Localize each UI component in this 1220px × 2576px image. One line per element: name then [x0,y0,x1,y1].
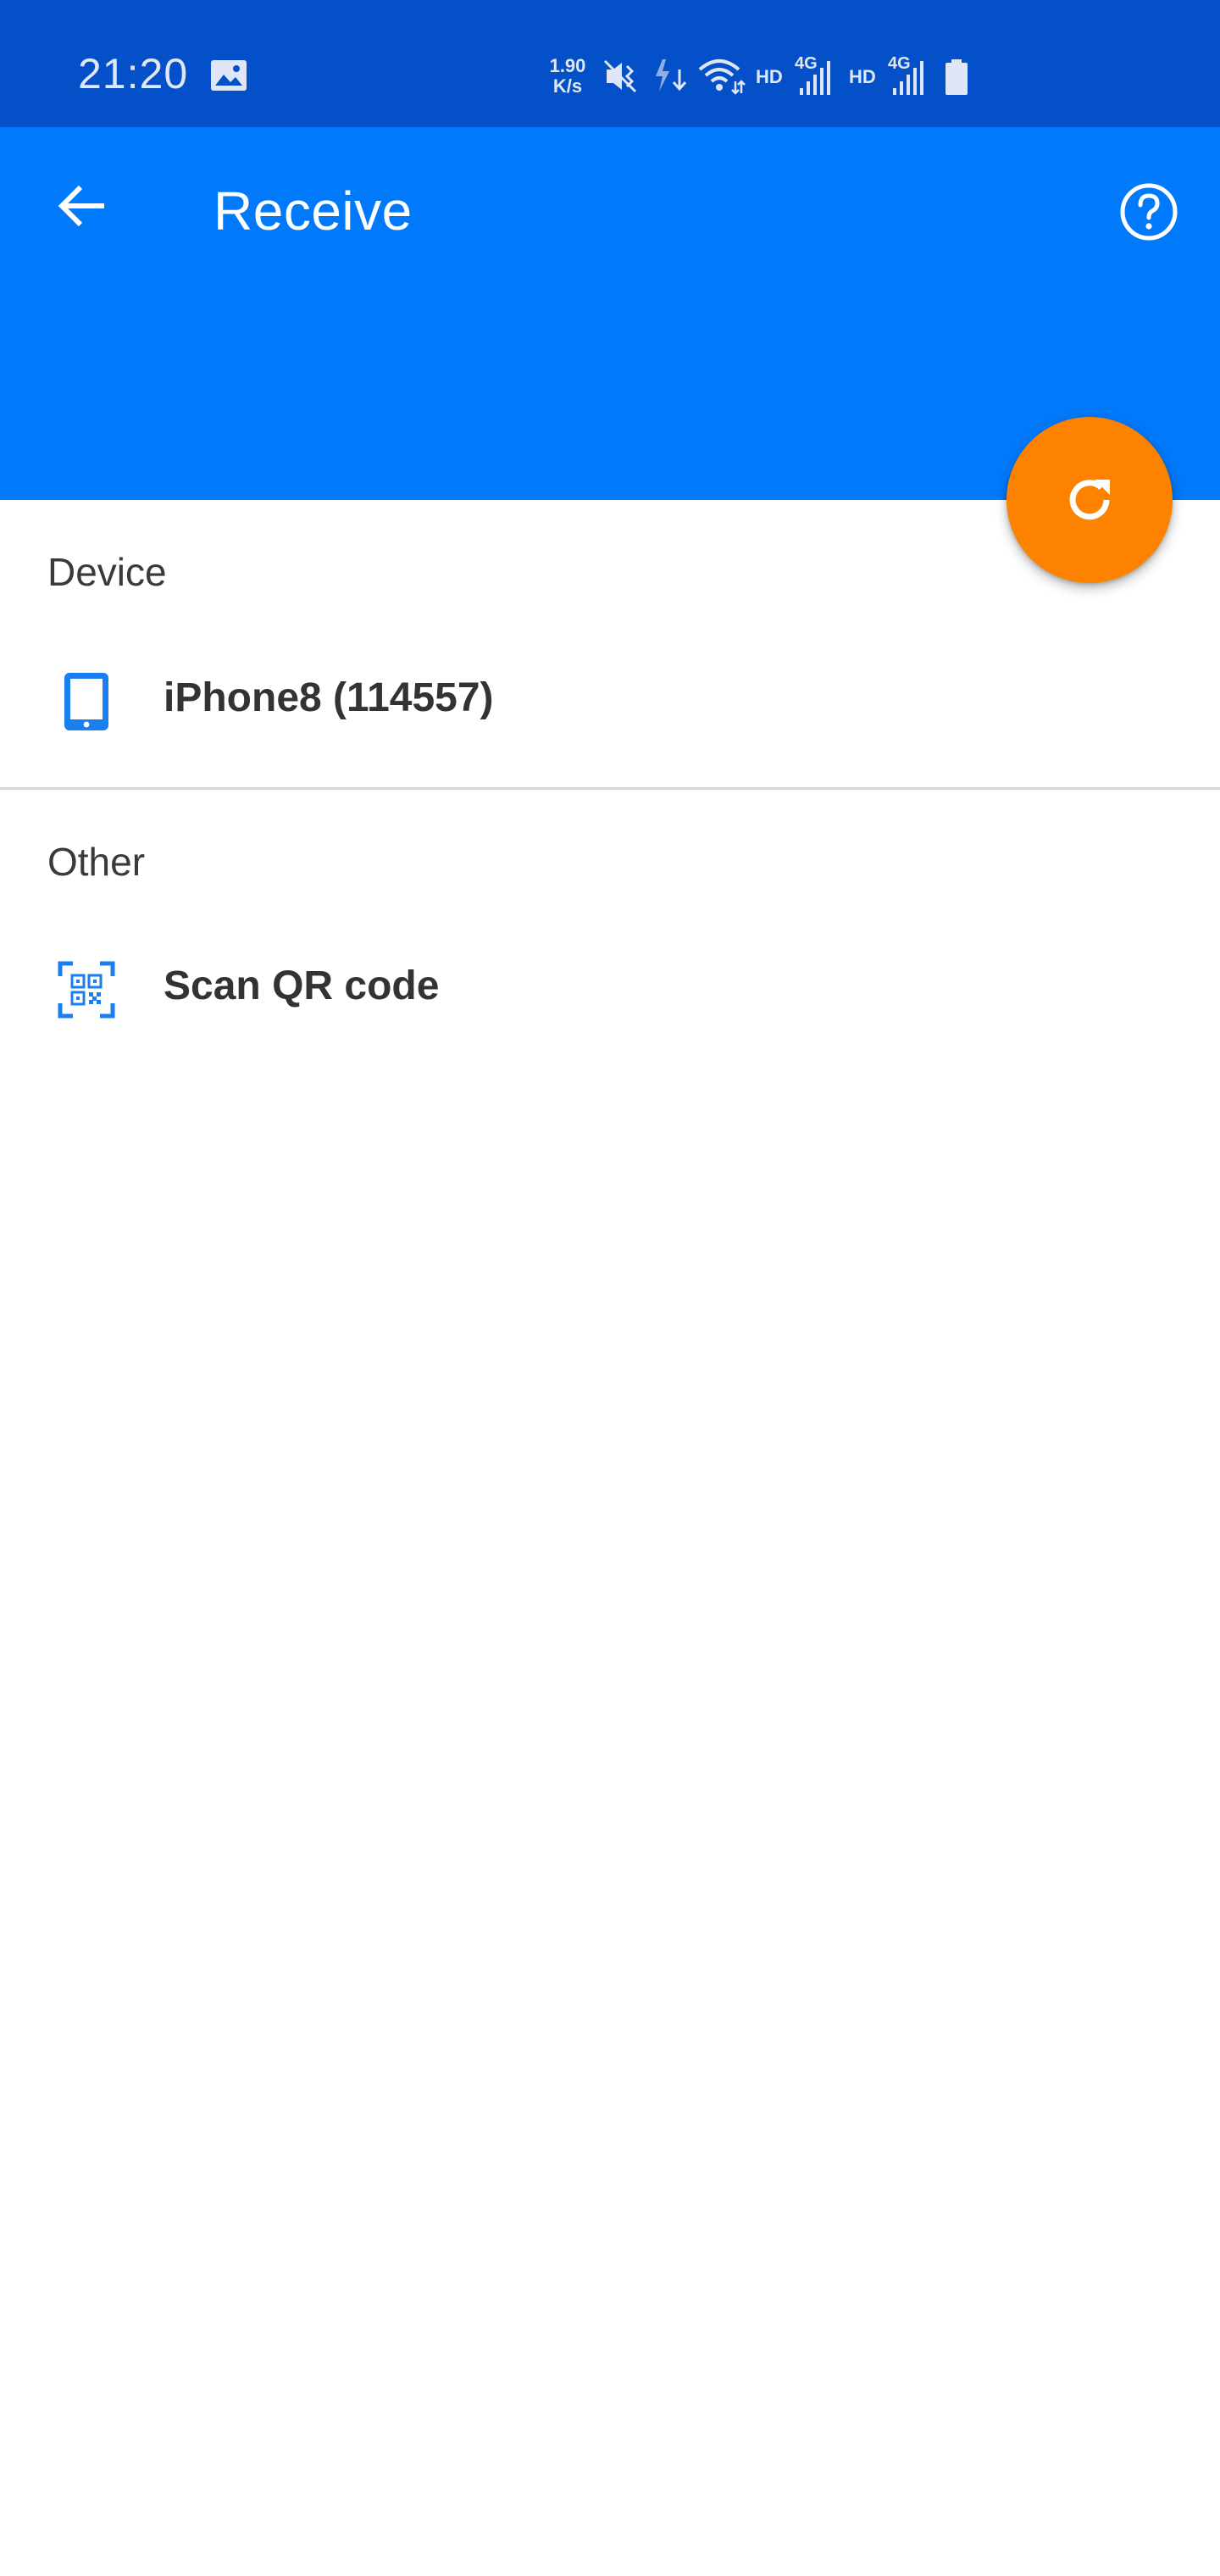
vibrate-mute-icon [602,58,640,99]
hd-label: HD [849,66,876,87]
device-label: iPhone8 (114557) [164,675,494,720]
data-arrows-icon [651,58,690,99]
status-bar: 21:20 1.90 K/s HD 4G HD 4G [0,0,1220,127]
status-icons: 1.90 K/s HD 4G HD 4G [542,51,983,102]
back-button[interactable] [44,168,120,244]
network-speed-value: 1.90 [549,55,586,76]
wifi-icon [696,56,746,101]
list-item-scan-qr[interactable]: Scan QR code [0,925,1220,1044]
refresh-icon [1069,480,1110,520]
arrow-back-icon [58,185,104,227]
network-speed: 1.90 K/s [542,56,593,97]
help-button[interactable] [1108,171,1190,253]
section-header-device: Device [47,550,167,594]
phone-icon [53,668,120,736]
refresh-button[interactable] [1006,417,1173,583]
network-speed-unit: K/s [552,75,583,97]
section-header-other: Other [47,840,146,884]
help-circle-icon [1120,183,1178,241]
page-title: Receive [214,180,413,242]
battery-icon [944,59,969,101]
list-item-device[interactable]: iPhone8 (114557) [0,637,1220,756]
gallery-icon [210,59,247,92]
receive-screen: 21:20 1.90 K/s HD 4G HD 4G Receive Devic… [0,0,1220,2576]
qr-scan-icon [53,956,120,1024]
hd-label: HD [756,66,783,87]
status-time: 21:20 [78,50,189,97]
scan-qr-label: Scan QR code [164,963,440,1008]
section-divider [0,787,1220,790]
